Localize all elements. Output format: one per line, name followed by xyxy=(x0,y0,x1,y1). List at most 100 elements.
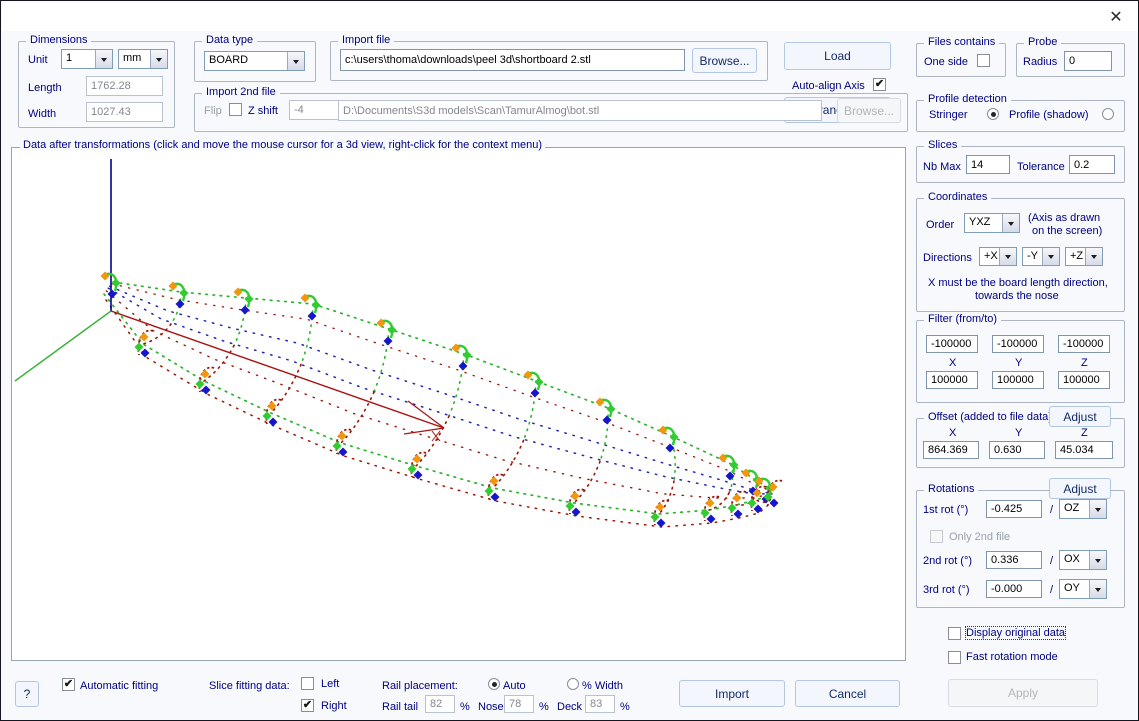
cancel-button[interactable]: Cancel xyxy=(795,680,900,707)
tolerance-field[interactable]: 0.2 xyxy=(1069,155,1115,174)
x-direction-note2: towards the nose xyxy=(975,290,1059,302)
left-label: Left xyxy=(321,678,339,690)
data-type-select[interactable]: BOARD xyxy=(204,51,305,71)
offset-legend: Offset (added to file data) xyxy=(924,411,1056,423)
auto-fitting-checkbox[interactable] xyxy=(62,678,75,691)
auto-align-checkbox[interactable] xyxy=(873,78,886,91)
fast-rotation-checkbox[interactable] xyxy=(948,651,961,664)
filter-to-x[interactable]: 100000 xyxy=(926,371,978,389)
nose-pct: % xyxy=(539,701,549,713)
close-icon[interactable]: ✕ xyxy=(1104,6,1128,28)
dir-z-select[interactable]: +Z xyxy=(1065,247,1103,266)
dropdown-arrow[interactable] xyxy=(1002,214,1019,232)
profile-shadow-radio[interactable] xyxy=(1102,108,1114,120)
filter-to-z[interactable]: 100000 xyxy=(1058,371,1110,389)
help-button[interactable]: ? xyxy=(15,681,39,707)
rot1-field[interactable]: -0.425 xyxy=(986,500,1042,518)
load-button[interactable]: Load xyxy=(784,42,891,70)
rot3-field[interactable]: -0.000 xyxy=(986,580,1042,598)
profile-detection-legend: Profile detection xyxy=(924,93,1011,105)
data-type-value: BOARD xyxy=(205,52,287,70)
dropdown-arrow[interactable] xyxy=(95,50,112,68)
auto-align-label: Auto-align Axis xyxy=(792,80,865,92)
width-label: Width xyxy=(28,108,56,120)
coordinates-legend: Coordinates xyxy=(924,191,991,203)
offset-z-label: Z xyxy=(1081,427,1088,439)
unit-mm-select[interactable]: mm xyxy=(118,49,168,69)
rot3-axis-value: OY xyxy=(1060,580,1089,598)
rotations-legend: Rotations xyxy=(924,483,978,495)
board-svg[interactable] xyxy=(12,148,905,660)
auto-radio[interactable] xyxy=(488,678,500,690)
chevron-down-icon xyxy=(1008,222,1014,229)
left-checkbox[interactable] xyxy=(301,677,314,690)
dropdown-arrow[interactable] xyxy=(999,248,1016,265)
offset-y-field[interactable]: 0.630 xyxy=(989,441,1045,459)
title-bar xyxy=(2,2,1138,31)
offset-adjust-button[interactable]: Adjust xyxy=(1049,406,1111,427)
x-direction-note1: X must be the board length direction, xyxy=(928,277,1108,289)
order-value: YXZ xyxy=(965,214,1002,232)
files-contains-legend: Files contains xyxy=(924,36,999,48)
filter-from-z[interactable]: -100000 xyxy=(1058,335,1110,353)
dropdown-arrow[interactable] xyxy=(1089,580,1106,598)
chevron-down-icon xyxy=(156,58,162,65)
order-select[interactable]: YXZ xyxy=(964,213,1020,233)
offset-x-label: X xyxy=(949,427,956,439)
one-side-label: One side xyxy=(924,56,968,68)
rot2-axis-select[interactable]: OX xyxy=(1059,550,1107,570)
flip-label: Flip xyxy=(204,105,222,117)
dir-x-select[interactable]: +X xyxy=(979,247,1017,266)
dropdown-arrow[interactable] xyxy=(1085,248,1102,265)
dropdown-arrow[interactable] xyxy=(1089,500,1106,518)
filter-from-x[interactable]: -100000 xyxy=(926,335,978,353)
pct-width-radio[interactable] xyxy=(567,678,579,690)
unit-label: Unit xyxy=(28,54,48,66)
dropdown-arrow[interactable] xyxy=(150,50,167,68)
rot2-label: 2nd rot (°) xyxy=(923,555,972,567)
rot2-slash: / xyxy=(1050,555,1053,567)
stringer-radio[interactable] xyxy=(987,108,999,120)
radius-label: Radius xyxy=(1023,56,1057,68)
one-side-checkbox[interactable] xyxy=(977,54,990,67)
radius-field[interactable]: 0 xyxy=(1064,51,1112,71)
browse-button[interactable]: Browse... xyxy=(692,48,757,73)
filter-y-label: Y xyxy=(1015,357,1022,369)
offset-z-field[interactable]: 45.034 xyxy=(1055,441,1113,459)
filter-to-y[interactable]: 100000 xyxy=(992,371,1044,389)
import-button[interactable]: Import xyxy=(679,680,785,707)
import-file-path[interactable]: c:\users\thoma\downloads\peel 3d\shortbo… xyxy=(340,49,685,71)
flip-checkbox[interactable] xyxy=(229,103,242,116)
filter-x-label: X xyxy=(949,357,956,369)
fast-rotation-label: Fast rotation mode xyxy=(966,651,1058,663)
data-view-canvas[interactable]: Data after transformations (click and mo… xyxy=(11,147,906,661)
display-original-label: Display original data xyxy=(966,627,1065,639)
auto-fitting-label: Automatic fitting xyxy=(80,680,158,692)
dropdown-arrow[interactable] xyxy=(1042,248,1059,265)
slice-fitting-label: Slice fitting data: xyxy=(209,680,290,692)
nb-max-field[interactable]: 14 xyxy=(966,155,1010,174)
rotations-adjust-button[interactable]: Adjust xyxy=(1049,478,1111,499)
nb-max-label: Nb Max xyxy=(923,161,961,173)
rot2-field[interactable]: 0.336 xyxy=(986,551,1042,569)
chevron-down-icon xyxy=(1091,255,1097,262)
rot2-axis-value: OX xyxy=(1060,551,1089,569)
unit-select[interactable]: 1 xyxy=(61,49,113,69)
order-label: Order xyxy=(926,219,954,231)
rot3-axis-select[interactable]: OY xyxy=(1059,579,1107,599)
import-file-legend: Import file xyxy=(338,34,394,46)
display-original-checkbox[interactable] xyxy=(948,627,961,640)
offset-x-field[interactable]: 864.369 xyxy=(923,441,979,459)
deck-field: 83 xyxy=(585,695,615,713)
right-checkbox[interactable] xyxy=(301,699,314,712)
dropdown-arrow[interactable] xyxy=(287,52,304,70)
dropdown-arrow[interactable] xyxy=(1089,551,1106,569)
directions-label: Directions xyxy=(923,252,972,264)
deck-pct: % xyxy=(620,701,630,713)
dimensions-legend: Dimensions xyxy=(26,34,91,46)
dir-y-select[interactable]: -Y xyxy=(1022,247,1060,266)
rot1-axis-select[interactable]: OZ xyxy=(1059,499,1107,519)
auto-label: Auto xyxy=(503,680,526,692)
import-2nd-legend: Import 2nd file xyxy=(202,86,280,98)
filter-from-y[interactable]: -100000 xyxy=(992,335,1044,353)
